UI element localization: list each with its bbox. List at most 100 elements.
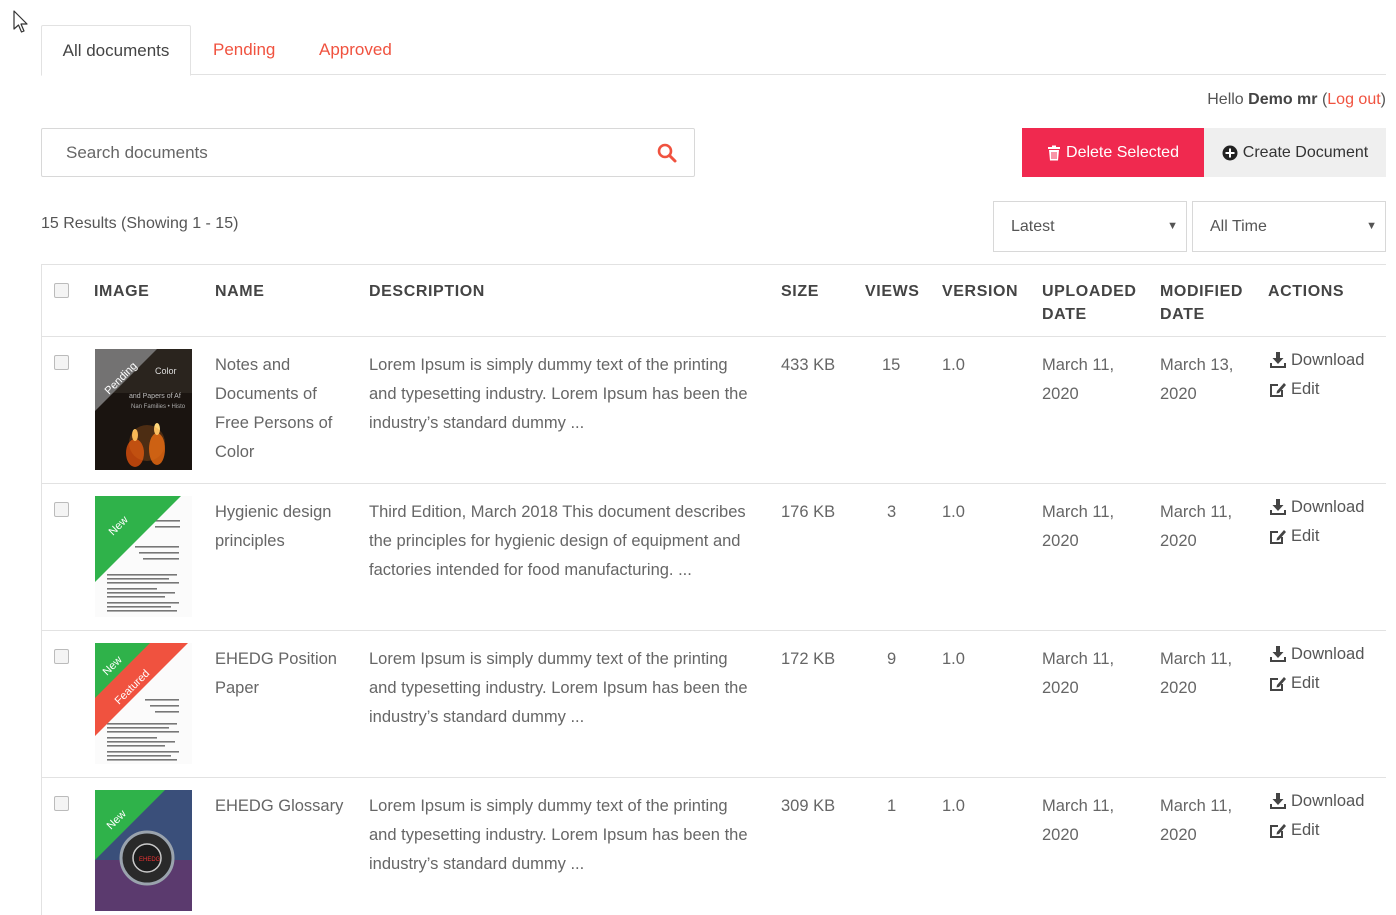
document-description: Lorem Ipsum is simply dummy text of the … — [369, 650, 748, 726]
row-checkbox[interactable] — [54, 502, 69, 517]
download-label: Download — [1291, 792, 1365, 810]
header-uploaded-date: UPLOADED DATE — [1042, 280, 1137, 326]
uploaded-date-line1: March 11, — [1042, 797, 1115, 815]
document-name[interactable]: Hygienic design principles — [215, 498, 355, 556]
uploaded-date-line2: 2020 — [1042, 385, 1079, 403]
tab-all-documents[interactable]: All documents — [41, 25, 191, 76]
download-label: Download — [1291, 645, 1365, 663]
edit-icon — [1270, 824, 1286, 838]
modified-date-line2: 2020 — [1160, 826, 1197, 844]
trash-icon — [1048, 145, 1061, 160]
thumbnail-text: and Papers of Af — [129, 393, 181, 400]
row-checkbox[interactable] — [54, 355, 69, 370]
table-row: EHEDG New EHEDG Glossary Lorem Ipsum is … — [42, 778, 1386, 915]
time-filter-select[interactable]: All Time ▼ — [1192, 201, 1386, 252]
table-row: New Hygienic design principles Third Edi… — [42, 484, 1386, 631]
document-version: 1.0 — [942, 503, 965, 521]
edit-link[interactable]: Edit — [1269, 674, 1319, 693]
download-link[interactable]: Download — [1269, 351, 1364, 370]
document-size: 433 KB — [781, 356, 836, 374]
table-header: IMAGE NAME DESCRIPTION SIZE VIEWS VERSIO… — [42, 265, 1386, 337]
delete-selected-button[interactable]: Delete Selected — [1022, 128, 1204, 177]
sort-select-value: Latest — [1011, 218, 1055, 235]
document-description: Lorem Ipsum is simply dummy text of the … — [369, 797, 748, 873]
uploaded-date: March 11, 2020 — [1042, 792, 1114, 850]
download-label: Download — [1291, 351, 1365, 369]
document-size: 176 KB — [781, 503, 836, 521]
search-box — [41, 128, 695, 177]
modified-date-line2: 2020 — [1160, 679, 1197, 697]
logout-link[interactable]: Log out — [1327, 91, 1380, 108]
download-label: Download — [1291, 498, 1365, 516]
cursor-arrow-icon — [13, 10, 28, 33]
chevron-down-icon: ▼ — [1167, 220, 1178, 232]
uploaded-date: March 11, 2020 — [1042, 645, 1114, 703]
row-checkbox[interactable] — [54, 649, 69, 664]
uploaded-date-line1: March 11, — [1042, 503, 1115, 521]
download-link[interactable]: Download — [1269, 645, 1364, 664]
document-views: 3 — [887, 503, 897, 521]
search-icon[interactable] — [656, 142, 678, 164]
document-tabs: All documents Pending Approved — [41, 25, 1386, 76]
greeting-prefix: Hello — [1207, 91, 1249, 108]
document-description: Lorem Ipsum is simply dummy text of the … — [369, 356, 748, 432]
document-version: 1.0 — [942, 356, 965, 374]
modified-date: March 11, 2020 — [1160, 498, 1232, 556]
document-thumbnail[interactable]: New Featured — [95, 643, 192, 764]
document-name[interactable]: Notes and Documents of Free Persons of C… — [215, 351, 355, 467]
row-checkbox[interactable] — [54, 796, 69, 811]
edit-icon — [1270, 677, 1286, 691]
time-filter-value: All Time — [1210, 218, 1267, 235]
header-version: VERSION — [942, 283, 1019, 300]
header-views: VIEWS — [865, 283, 920, 300]
header-modified-date: MODIFIED DATE — [1160, 280, 1243, 326]
search-input[interactable] — [42, 129, 622, 176]
document-views: 1 — [887, 797, 897, 815]
document-name[interactable]: EHEDG Position Paper — [215, 645, 355, 703]
table-row: Color and Papers of Af Nan Families • Hi… — [42, 337, 1386, 484]
greeting-paren-close: ) — [1380, 91, 1386, 108]
thumbnail-text: Color — [155, 366, 177, 376]
document-version: 1.0 — [942, 797, 965, 815]
select-all-checkbox[interactable] — [54, 283, 69, 298]
edit-label: Edit — [1291, 674, 1320, 692]
document-size: 172 KB — [781, 650, 836, 668]
download-icon — [1270, 499, 1286, 515]
modified-date-line1: March 11, — [1160, 650, 1233, 668]
delete-selected-label: Delete Selected — [1066, 143, 1179, 161]
document-thumbnail[interactable]: EHEDG New — [95, 790, 192, 911]
tab-pending[interactable]: Pending — [213, 25, 275, 75]
download-link[interactable]: Download — [1269, 498, 1364, 517]
modified-date-line1: March 11, — [1160, 797, 1233, 815]
edit-link[interactable]: Edit — [1269, 821, 1319, 840]
edit-link[interactable]: Edit — [1269, 380, 1319, 399]
user-name: Demo mr — [1248, 91, 1318, 108]
download-icon — [1270, 793, 1286, 809]
download-link[interactable]: Download — [1269, 792, 1364, 811]
header-description: DESCRIPTION — [369, 283, 485, 300]
document-views: 9 — [887, 650, 897, 668]
document-thumbnail[interactable]: Color and Papers of Af Nan Families • Hi… — [95, 349, 192, 470]
uploaded-date-line2: 2020 — [1042, 532, 1079, 550]
edit-icon — [1270, 530, 1286, 544]
table-row: New Featured EHEDG Position Paper Lorem … — [42, 631, 1386, 778]
results-count: 15 Results (Showing 1 - 15) — [41, 215, 239, 232]
thumbnail-text: Nan Families • Histo — [131, 404, 186, 410]
edit-label: Edit — [1291, 821, 1320, 839]
modified-date-line2: 2020 — [1160, 385, 1197, 403]
edit-icon — [1270, 383, 1286, 397]
create-document-label: Create Document — [1242, 143, 1369, 161]
tab-approved[interactable]: Approved — [319, 25, 392, 75]
document-views: 15 — [882, 356, 901, 374]
document-version: 1.0 — [942, 650, 965, 668]
uploaded-date: March 11, 2020 — [1042, 498, 1114, 556]
document-thumbnail[interactable]: New — [95, 496, 192, 617]
user-greeting: Hello Demo mr (Log out) — [1207, 91, 1386, 109]
edit-link[interactable]: Edit — [1269, 527, 1319, 546]
document-name[interactable]: EHEDG Glossary — [215, 792, 355, 821]
create-document-button[interactable]: Create Document — [1204, 128, 1386, 177]
edit-label: Edit — [1291, 527, 1320, 545]
document-description: Third Edition, March 2018 This document … — [369, 503, 746, 579]
sort-select[interactable]: Latest ▼ — [993, 201, 1187, 252]
modified-date-line2: 2020 — [1160, 532, 1197, 550]
